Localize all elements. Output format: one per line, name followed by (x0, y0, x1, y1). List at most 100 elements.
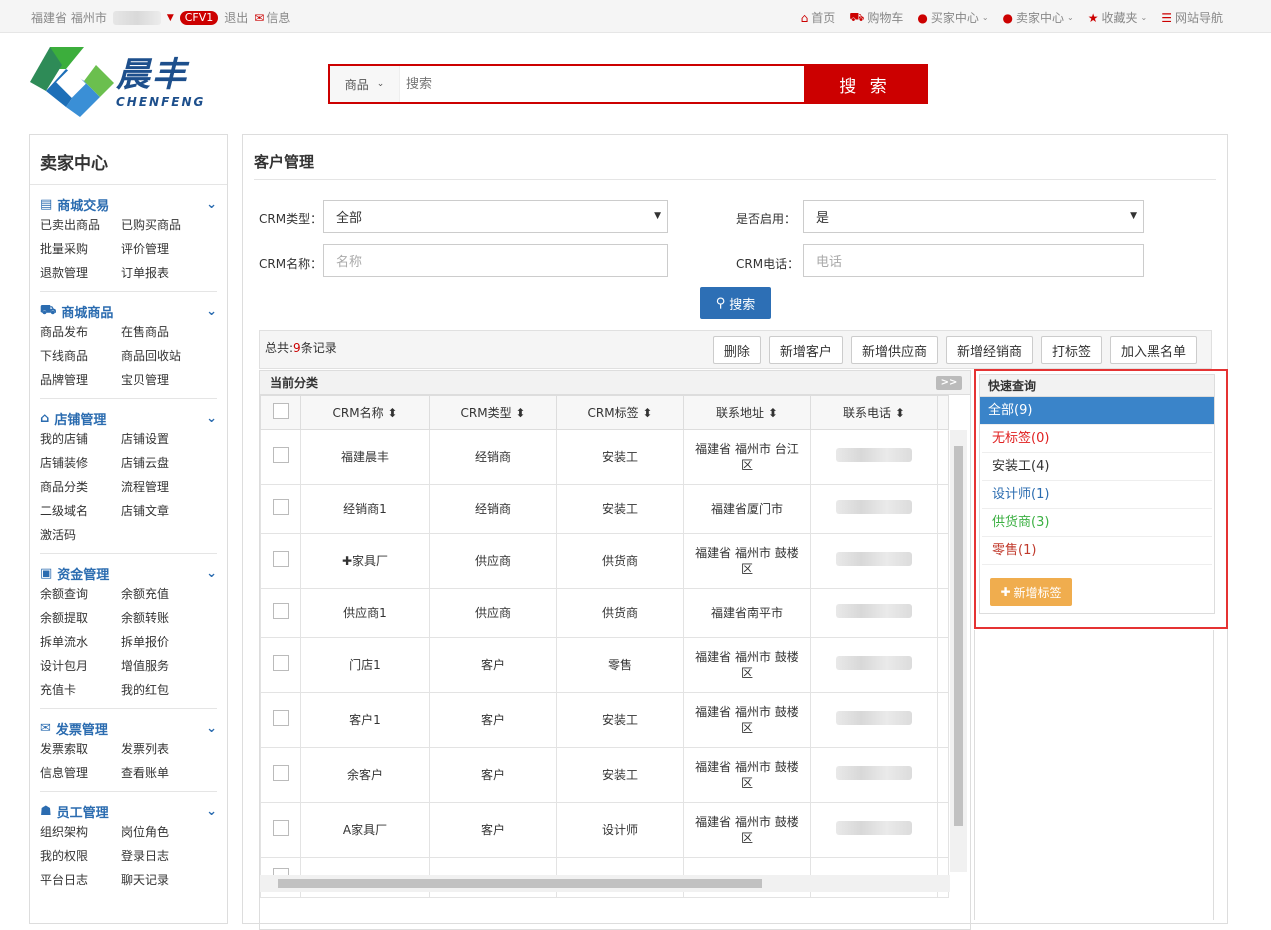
row-checkbox[interactable] (272, 551, 289, 567)
quick-filter-supplier[interactable]: 供货商(3) (982, 509, 1212, 537)
seller-center-menu[interactable]: ● 卖家中心 ⌄ (1003, 9, 1074, 26)
sidebar-link[interactable]: 我的店铺 (40, 427, 121, 451)
tag-button[interactable]: 打标签 (1040, 336, 1102, 364)
sidebar-link[interactable]: 设计包月 (40, 654, 121, 678)
crm-phone-input[interactable]: 电话 (803, 244, 1144, 277)
table-row[interactable]: 客户1 客户 安装工 福建省 福州市 鼓楼区 (260, 692, 949, 748)
column-header[interactable]: 联系地址 ⬍ (683, 395, 811, 430)
quick-filter-designer[interactable]: 设计师(1) (982, 481, 1212, 509)
table-row[interactable]: A家具厂 客户 设计师 福建省 福州市 鼓楼区 (260, 802, 949, 858)
sidebar-link[interactable]: 发票列表 (121, 737, 202, 761)
quick-filter-untagged[interactable]: 无标签(0) (982, 425, 1212, 453)
blacklist-button[interactable]: 加入黑名单 (1109, 336, 1197, 364)
row-checkbox[interactable] (272, 820, 289, 836)
sidebar-link[interactable]: 聊天记录 (121, 868, 202, 892)
sidebar-link[interactable]: 二级域名 (40, 499, 121, 523)
add-tag-button[interactable]: ✚ 新增标签 (990, 578, 1072, 606)
sidebar-link[interactable]: 下线商品 (40, 344, 121, 368)
row-checkbox[interactable] (272, 447, 289, 463)
table-row[interactable]: 供应商1 供应商 供货商 福建省南平市 (260, 588, 949, 638)
crm-type-select[interactable]: 全部 ▼ (323, 200, 668, 233)
sidebar-link[interactable]: 评价管理 (121, 237, 202, 261)
sidebar-link[interactable]: 在售商品 (121, 320, 202, 344)
site-nav-menu[interactable]: ☰ 网站导航 (1161, 9, 1223, 26)
expand-toggle[interactable]: >> (936, 376, 962, 390)
logout-link[interactable]: 退出 (224, 9, 248, 26)
section-header[interactable]: ▤ 商城交易 ⌄ (40, 195, 217, 214)
sidebar-link[interactable]: 店铺文章 (121, 499, 202, 523)
favorites-menu[interactable]: ★ 收藏夹 ⌄ (1088, 9, 1147, 26)
select-all-checkbox[interactable] (272, 403, 289, 419)
sidebar-link[interactable]: 拆单报价 (121, 630, 202, 654)
buyer-center-menu[interactable]: ● 买家中心 ⌄ (917, 9, 988, 26)
sidebar-link[interactable]: 商品发布 (40, 320, 121, 344)
delete-button[interactable]: 删除 (712, 336, 761, 364)
section-header[interactable]: ⌂ 店铺管理 ⌄ (40, 409, 217, 428)
sidebar-link[interactable]: 店铺设置 (121, 427, 202, 451)
search-button[interactable]: 搜 索 (804, 66, 926, 102)
filter-search-button[interactable]: ⚲ 搜索 (700, 287, 771, 319)
search-input[interactable] (400, 66, 804, 102)
row-checkbox[interactable] (272, 603, 289, 619)
crm-name-input[interactable]: 名称 (323, 244, 668, 277)
search-category-select[interactable]: 商品 ⌄ (330, 66, 400, 102)
enabled-select[interactable]: 是 ▼ (803, 200, 1144, 233)
add-customer-button[interactable]: 新增客户 (768, 336, 843, 364)
message-link[interactable]: ✉ 信息 (254, 9, 290, 26)
scrollbar-thumb[interactable] (954, 446, 963, 826)
sidebar-link[interactable]: 岗位角色 (121, 820, 202, 844)
sidebar-link[interactable]: 我的权限 (40, 844, 121, 868)
section-header[interactable]: ✉ 发票管理 ⌄ (40, 719, 217, 738)
sidebar-link[interactable]: 余额提取 (40, 606, 121, 630)
sidebar-link[interactable]: 店铺云盘 (121, 451, 202, 475)
cart-link[interactable]: ⛟ 购物车 (849, 9, 903, 26)
table-row[interactable]: 门店1 客户 零售 福建省 福州市 鼓楼区 (260, 637, 949, 693)
table-row[interactable]: ✚家具厂 供应商 供货商 福建省 福州市 鼓楼区 (260, 533, 949, 589)
scrollbar-thumb[interactable] (278, 879, 762, 888)
sidebar-link[interactable]: 品牌管理 (40, 368, 121, 392)
sidebar-link[interactable]: 激活码 (40, 523, 121, 547)
sidebar-link[interactable]: 商品分类 (40, 475, 121, 499)
brand-logo[interactable]: 晨丰 CHENFENG (30, 47, 220, 117)
add-dealer-button[interactable]: 新增经销商 (945, 336, 1033, 364)
row-checkbox[interactable] (272, 710, 289, 726)
sidebar-link[interactable]: 余额充值 (121, 582, 202, 606)
sidebar-link[interactable]: 店铺装修 (40, 451, 121, 475)
horizontal-scrollbar[interactable] (260, 875, 950, 892)
sidebar-link[interactable]: 组织架构 (40, 820, 121, 844)
column-header[interactable]: 联系电话 ⬍ (810, 395, 938, 430)
sidebar-link[interactable]: 查看账单 (121, 761, 202, 785)
sidebar-link[interactable]: 信息管理 (40, 761, 121, 785)
column-header[interactable]: CRM类型 ⬍ (429, 395, 557, 430)
sidebar-link[interactable]: 退款管理 (40, 261, 121, 285)
sidebar-link[interactable]: 订单报表 (121, 261, 202, 285)
section-header[interactable]: ☗ 员工管理 ⌄ (40, 802, 217, 821)
sidebar-link[interactable]: 余额查询 (40, 582, 121, 606)
sidebar-link[interactable]: 拆单流水 (40, 630, 121, 654)
sidebar-link[interactable]: 充值卡 (40, 678, 121, 702)
add-supplier-button[interactable]: 新增供应商 (850, 336, 938, 364)
section-header[interactable]: ⛟ 商城商品 ⌄ (40, 302, 217, 321)
home-link[interactable]: ⌂ 首页 (801, 9, 836, 26)
vertical-scrollbar[interactable] (950, 430, 967, 872)
quick-filter-installer[interactable]: 安装工(4) (982, 453, 1212, 481)
quick-filter-retail[interactable]: 零售(1) (982, 537, 1212, 565)
row-checkbox[interactable] (272, 655, 289, 671)
sidebar-link[interactable]: 余额转账 (121, 606, 202, 630)
row-checkbox[interactable] (272, 765, 289, 781)
sidebar-link[interactable]: 已卖出商品 (40, 213, 121, 237)
chevron-down-icon[interactable]: ▼ (167, 13, 174, 23)
column-header[interactable]: CRM名称 ⬍ (300, 395, 430, 430)
table-row[interactable]: 福建晨丰 经销商 安装工 福建省 福州市 台江区 (260, 429, 949, 485)
section-header[interactable]: ▣ 资金管理 ⌄ (40, 564, 217, 583)
sidebar-link[interactable]: 增值服务 (121, 654, 202, 678)
sidebar-link[interactable]: 发票索取 (40, 737, 121, 761)
quick-filter-all[interactable]: 全部(9) (980, 397, 1214, 425)
sidebar-link[interactable]: 登录日志 (121, 844, 202, 868)
sidebar-link[interactable]: 平台日志 (40, 868, 121, 892)
column-header[interactable]: CRM标签 ⬍ (556, 395, 684, 430)
sidebar-link[interactable]: 批量采购 (40, 237, 121, 261)
sidebar-link[interactable]: 宝贝管理 (121, 368, 202, 392)
table-row[interactable]: 余客户 客户 安装工 福建省 福州市 鼓楼区 (260, 747, 949, 803)
sidebar-link[interactable]: 已购买商品 (121, 213, 202, 237)
